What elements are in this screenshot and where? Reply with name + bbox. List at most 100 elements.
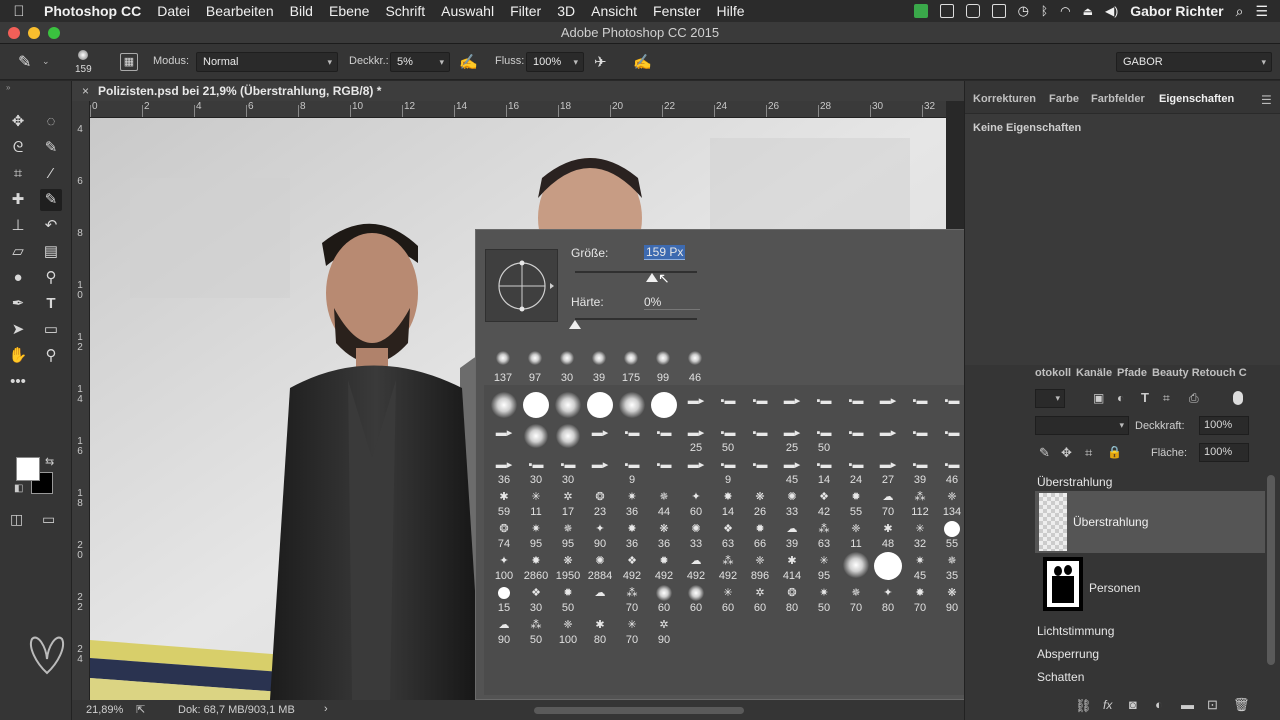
brush-preset[interactable]: ❋ 1950 <box>552 551 584 583</box>
quick-mask-icon[interactable]: ◫ <box>10 511 23 528</box>
brush-preset[interactable]: ▪▬ <box>744 391 776 422</box>
brush-preset[interactable]: ▬▸ <box>872 391 904 422</box>
brush-preset[interactable] <box>520 423 552 454</box>
brush-tip-preview[interactable] <box>485 249 558 322</box>
brush-preset[interactable]: ✵ 70 <box>840 583 872 615</box>
brush-preset[interactable]: ✦ 90 <box>584 519 616 551</box>
brush-preset[interactable]: ✲ 90 <box>648 615 680 647</box>
hardness-input[interactable]: 0% <box>644 295 700 310</box>
size-input[interactable]: 159 Px <box>644 245 686 260</box>
brush-preset[interactable] <box>488 391 520 422</box>
brush-preset[interactable]: ✦ 100 <box>488 551 520 583</box>
brush-preset[interactable]: ✺ 2884 <box>584 551 616 583</box>
brush-preset[interactable]: ❈ 11 <box>840 519 872 551</box>
new-layer-icon[interactable]: ⊡ <box>1207 697 1218 713</box>
user-name[interactable]: Gabor Richter <box>1130 3 1223 19</box>
menu-filter[interactable]: Filter <box>502 3 549 19</box>
workspace-select[interactable]: GABOR ▾ <box>1116 52 1272 72</box>
link-layers-icon[interactable]: ⛓ <box>1075 698 1092 714</box>
brush-preset[interactable] <box>520 391 552 422</box>
brush-preset[interactable]: ❋ 36 <box>648 519 680 551</box>
panel-collapse-icon[interactable]: » <box>6 83 10 92</box>
zoom-window-button[interactable] <box>48 27 60 39</box>
brush-preset[interactable]: ❖ 63 <box>712 519 744 551</box>
hardness-slider-track[interactable] <box>575 318 697 320</box>
time-machine-icon[interactable]: ◷ <box>1018 3 1029 19</box>
brush-preset[interactable]: ☁ 492 <box>680 551 712 583</box>
brush-preset[interactable] <box>552 391 584 422</box>
menu-auswahl[interactable]: Auswahl <box>433 3 502 19</box>
new-group-icon[interactable]: ▬ <box>1181 697 1194 712</box>
brush-preset[interactable]: ▬▸ 45 <box>776 455 808 487</box>
brush-preset[interactable]: ⁂ 112 <box>904 487 936 519</box>
brush-preset[interactable]: ✸ 70 <box>904 583 936 615</box>
brush-preset[interactable] <box>552 423 584 454</box>
layer-group-absperrung[interactable]: Absperrung <box>1037 647 1267 661</box>
foreground-color-swatch[interactable] <box>16 457 40 481</box>
brush-preset[interactable]: ▪▬ <box>904 391 936 422</box>
lock-all-icon[interactable]: 🔒 <box>1107 445 1122 459</box>
menu-bearbeiten[interactable]: Bearbeiten <box>198 3 282 19</box>
airbrush-icon[interactable]: ✈ <box>594 53 607 71</box>
panel-menu-icon[interactable]: ☰ <box>1261 93 1272 107</box>
mode-select[interactable]: Normal ▾ <box>196 52 338 72</box>
healing-brush-tool-icon[interactable]: ✚ <box>7 189 29 211</box>
menu-fenster[interactable]: Fenster <box>645 3 708 19</box>
brush-size-readout[interactable]: 159 <box>75 64 92 75</box>
vertical-ruler[interactable]: 4 6 8 1 0 1 2 1 4 1 6 1 8 2 0 2 2 2 4 <box>72 101 90 700</box>
brush-preset[interactable]: ▬▸ 27 <box>872 455 904 487</box>
layer-group-ueberstrahlung[interactable]: Überstrahlung <box>1037 475 1267 489</box>
brush-preset[interactable]: ❈ 896 <box>744 551 776 583</box>
brush-preset[interactable]: ▬▸ <box>680 455 712 486</box>
brush-preset[interactable] <box>840 551 872 582</box>
brush-preset[interactable]: ▪▬ <box>648 455 680 486</box>
brush-preset[interactable]: ▪▬ 9 <box>616 455 648 487</box>
type-tool-icon[interactable]: T <box>40 293 62 315</box>
fx-icon[interactable]: fx <box>1103 698 1112 712</box>
menu-app-name[interactable]: Photoshop CC <box>38 3 149 19</box>
brush-panel-toggle-icon[interactable]: ▦ <box>120 53 138 71</box>
brush-preset[interactable]: ⁂ 70 <box>616 583 648 615</box>
brush-preset[interactable]: ✷ 36 <box>616 487 648 519</box>
brush-preset[interactable]: ✲ 17 <box>552 487 584 519</box>
menu-ansicht[interactable]: Ansicht <box>583 3 645 19</box>
brush-preset[interactable]: ✲ 60 <box>744 583 776 615</box>
share-icon[interactable]: ⇱ <box>136 703 145 716</box>
brush-preset[interactable]: ☁ 39 <box>776 519 808 551</box>
airplay-icon[interactable] <box>965 4 980 18</box>
rectangle-tool-icon[interactable]: ▭ <box>40 319 62 341</box>
brush-preset[interactable]: ✷ 50 <box>808 583 840 615</box>
brush-preset[interactable]: ❋ 26 <box>744 487 776 519</box>
brush-preset[interactable]: 60 <box>680 583 712 614</box>
recent-brush-preset[interactable]: 97 <box>519 348 551 384</box>
recent-brush-preset[interactable]: 46 <box>679 348 711 384</box>
brush-preset[interactable] <box>872 551 904 582</box>
brush-preset[interactable]: ▪▬ <box>744 423 776 454</box>
brush-preset[interactable]: ✺ 33 <box>680 519 712 551</box>
filter-shape-icon[interactable]: ⌗ <box>1163 391 1170 406</box>
marquee-tool-icon[interactable]: ◌ <box>40 111 62 133</box>
brush-preset[interactable] <box>584 391 616 422</box>
lock-artboard-icon[interactable]: ⌗ <box>1085 445 1092 461</box>
filter-image-icon[interactable]: ▣ <box>1093 391 1104 405</box>
brush-preset[interactable]: ▬▸ 36 <box>488 455 520 487</box>
brush-preset[interactable]: ❂ 23 <box>584 487 616 519</box>
brush-preset[interactable]: ✹ 50 <box>552 583 584 615</box>
minimize-window-button[interactable] <box>28 27 40 39</box>
brush-preset[interactable]: ⁂ 492 <box>712 551 744 583</box>
wifi-icon[interactable]: ◠ <box>1060 4 1070 18</box>
brush-preset[interactable]: ▬▸ <box>488 423 520 454</box>
screen-mode-icon[interactable]: ▭ <box>42 511 55 528</box>
recent-brush-preset[interactable]: 39 <box>583 348 615 384</box>
more-tools-icon[interactable]: ••• <box>7 371 29 393</box>
brush-preset[interactable]: ✱ 414 <box>776 551 808 583</box>
status-menu-arrow[interactable]: › <box>324 703 328 715</box>
flow-select[interactable]: 100% ▾ <box>526 52 584 72</box>
brush-preset[interactable]: ❖ 30 <box>520 583 552 615</box>
lasso-tool-icon[interactable]: ᘓ <box>7 137 29 159</box>
brush-preset[interactable]: ✳ 60 <box>712 583 744 615</box>
menu-schrift[interactable]: Schrift <box>377 3 433 19</box>
layer-filter-select[interactable]: ▾ <box>1035 389 1065 408</box>
tab-farbe[interactable]: Farbe <box>1049 93 1079 105</box>
brush-preset[interactable]: ▬▸ 25 <box>776 423 808 455</box>
